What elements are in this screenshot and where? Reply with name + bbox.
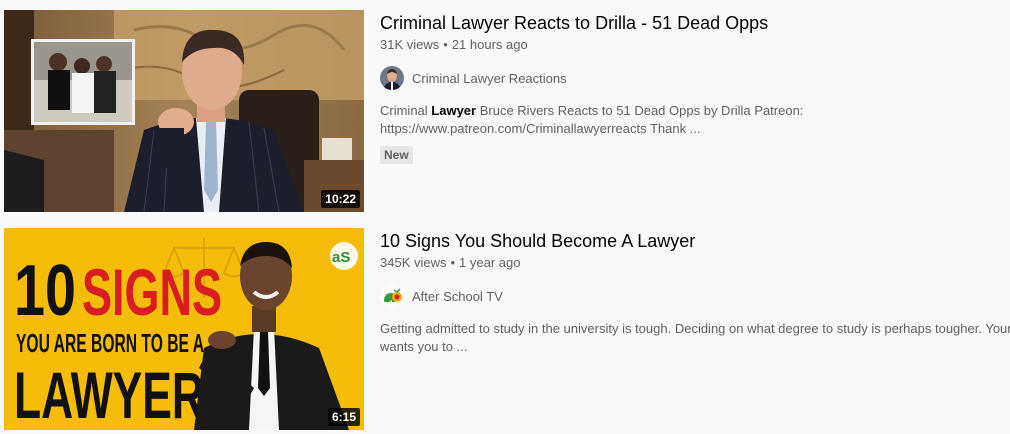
video-description: Getting admitted to study in the univers…	[380, 320, 1010, 356]
after-school-tv-logo-icon[interactable]	[380, 284, 404, 308]
meta-separator: •	[450, 255, 456, 270]
channel-info[interactable]: After School TV	[380, 284, 1010, 308]
video-duration: 6:15	[327, 408, 360, 426]
ten-signs-lawyer-thumbnail: 10 SIGNS YOU ARE BORN TO BE A LAWYER aS	[4, 228, 364, 430]
upload-age: 21 hours ago	[451, 37, 528, 52]
channel-info[interactable]: Criminal Lawyer Reactions	[380, 66, 1010, 90]
lawyer-avatar-icon[interactable]	[380, 66, 404, 90]
description-text: Criminal	[380, 103, 432, 118]
thumb-signs: SIGNS	[82, 255, 222, 329]
video-details: 10 Signs You Should Become A Lawyer 345K…	[380, 228, 1010, 356]
view-count: 345K views	[380, 255, 447, 270]
description-line: wants you to ...	[380, 339, 468, 354]
thumb-word: LAWYER	[14, 358, 204, 430]
search-results-list: 10:22 Criminal Lawyer Reacts to Drilla -…	[0, 0, 1010, 434]
meta-separator: •	[443, 37, 448, 52]
video-details: Criminal Lawyer Reacts to Drilla - 51 De…	[380, 10, 1010, 164]
description-line: https://www.patreon.com/Criminallawyerre…	[380, 121, 701, 136]
video-result[interactable]: 10:22 Criminal Lawyer Reacts to Drilla -…	[0, 10, 1010, 212]
video-metadata: 345K views • 1 year ago	[380, 254, 1010, 272]
video-duration: 10:22	[321, 190, 360, 208]
channel-name[interactable]: After School TV	[412, 289, 503, 304]
new-badge: New	[380, 146, 413, 164]
description-line: Criminal Lawyer Bruce Rivers Reacts to 5…	[380, 102, 1010, 120]
thumb-number: 10	[14, 251, 76, 331]
video-description: Criminal Lawyer Bruce Rivers Reacts to 5…	[380, 102, 1010, 138]
description-line: Getting admitted to study in the univers…	[380, 321, 1010, 336]
upload-age: 1 year ago	[459, 255, 521, 270]
video-thumbnail[interactable]: 10:22	[4, 10, 364, 212]
video-thumbnail[interactable]: 10 SIGNS YOU ARE BORN TO BE A LAWYER aS …	[4, 228, 364, 430]
description-highlight: Lawyer	[431, 103, 477, 118]
description-text: Bruce Rivers Reacts to 51 Dead Opps by D…	[476, 103, 804, 118]
video-metadata: 31K views • 21 hours ago	[380, 36, 1010, 54]
video-result[interactable]: 10 SIGNS YOU ARE BORN TO BE A LAWYER aS …	[0, 228, 1010, 430]
thumb-subtitle: YOU ARE BORN TO BE A	[16, 328, 204, 358]
lawyer-at-desk-thumbnail	[4, 10, 364, 212]
video-title[interactable]: Criminal Lawyer Reacts to Drilla - 51 De…	[380, 10, 1010, 36]
video-title[interactable]: 10 Signs You Should Become A Lawyer	[380, 228, 1010, 254]
thumb-logo: aS	[332, 249, 350, 266]
view-count: 31K views	[380, 37, 440, 52]
channel-name[interactable]: Criminal Lawyer Reactions	[412, 71, 567, 86]
